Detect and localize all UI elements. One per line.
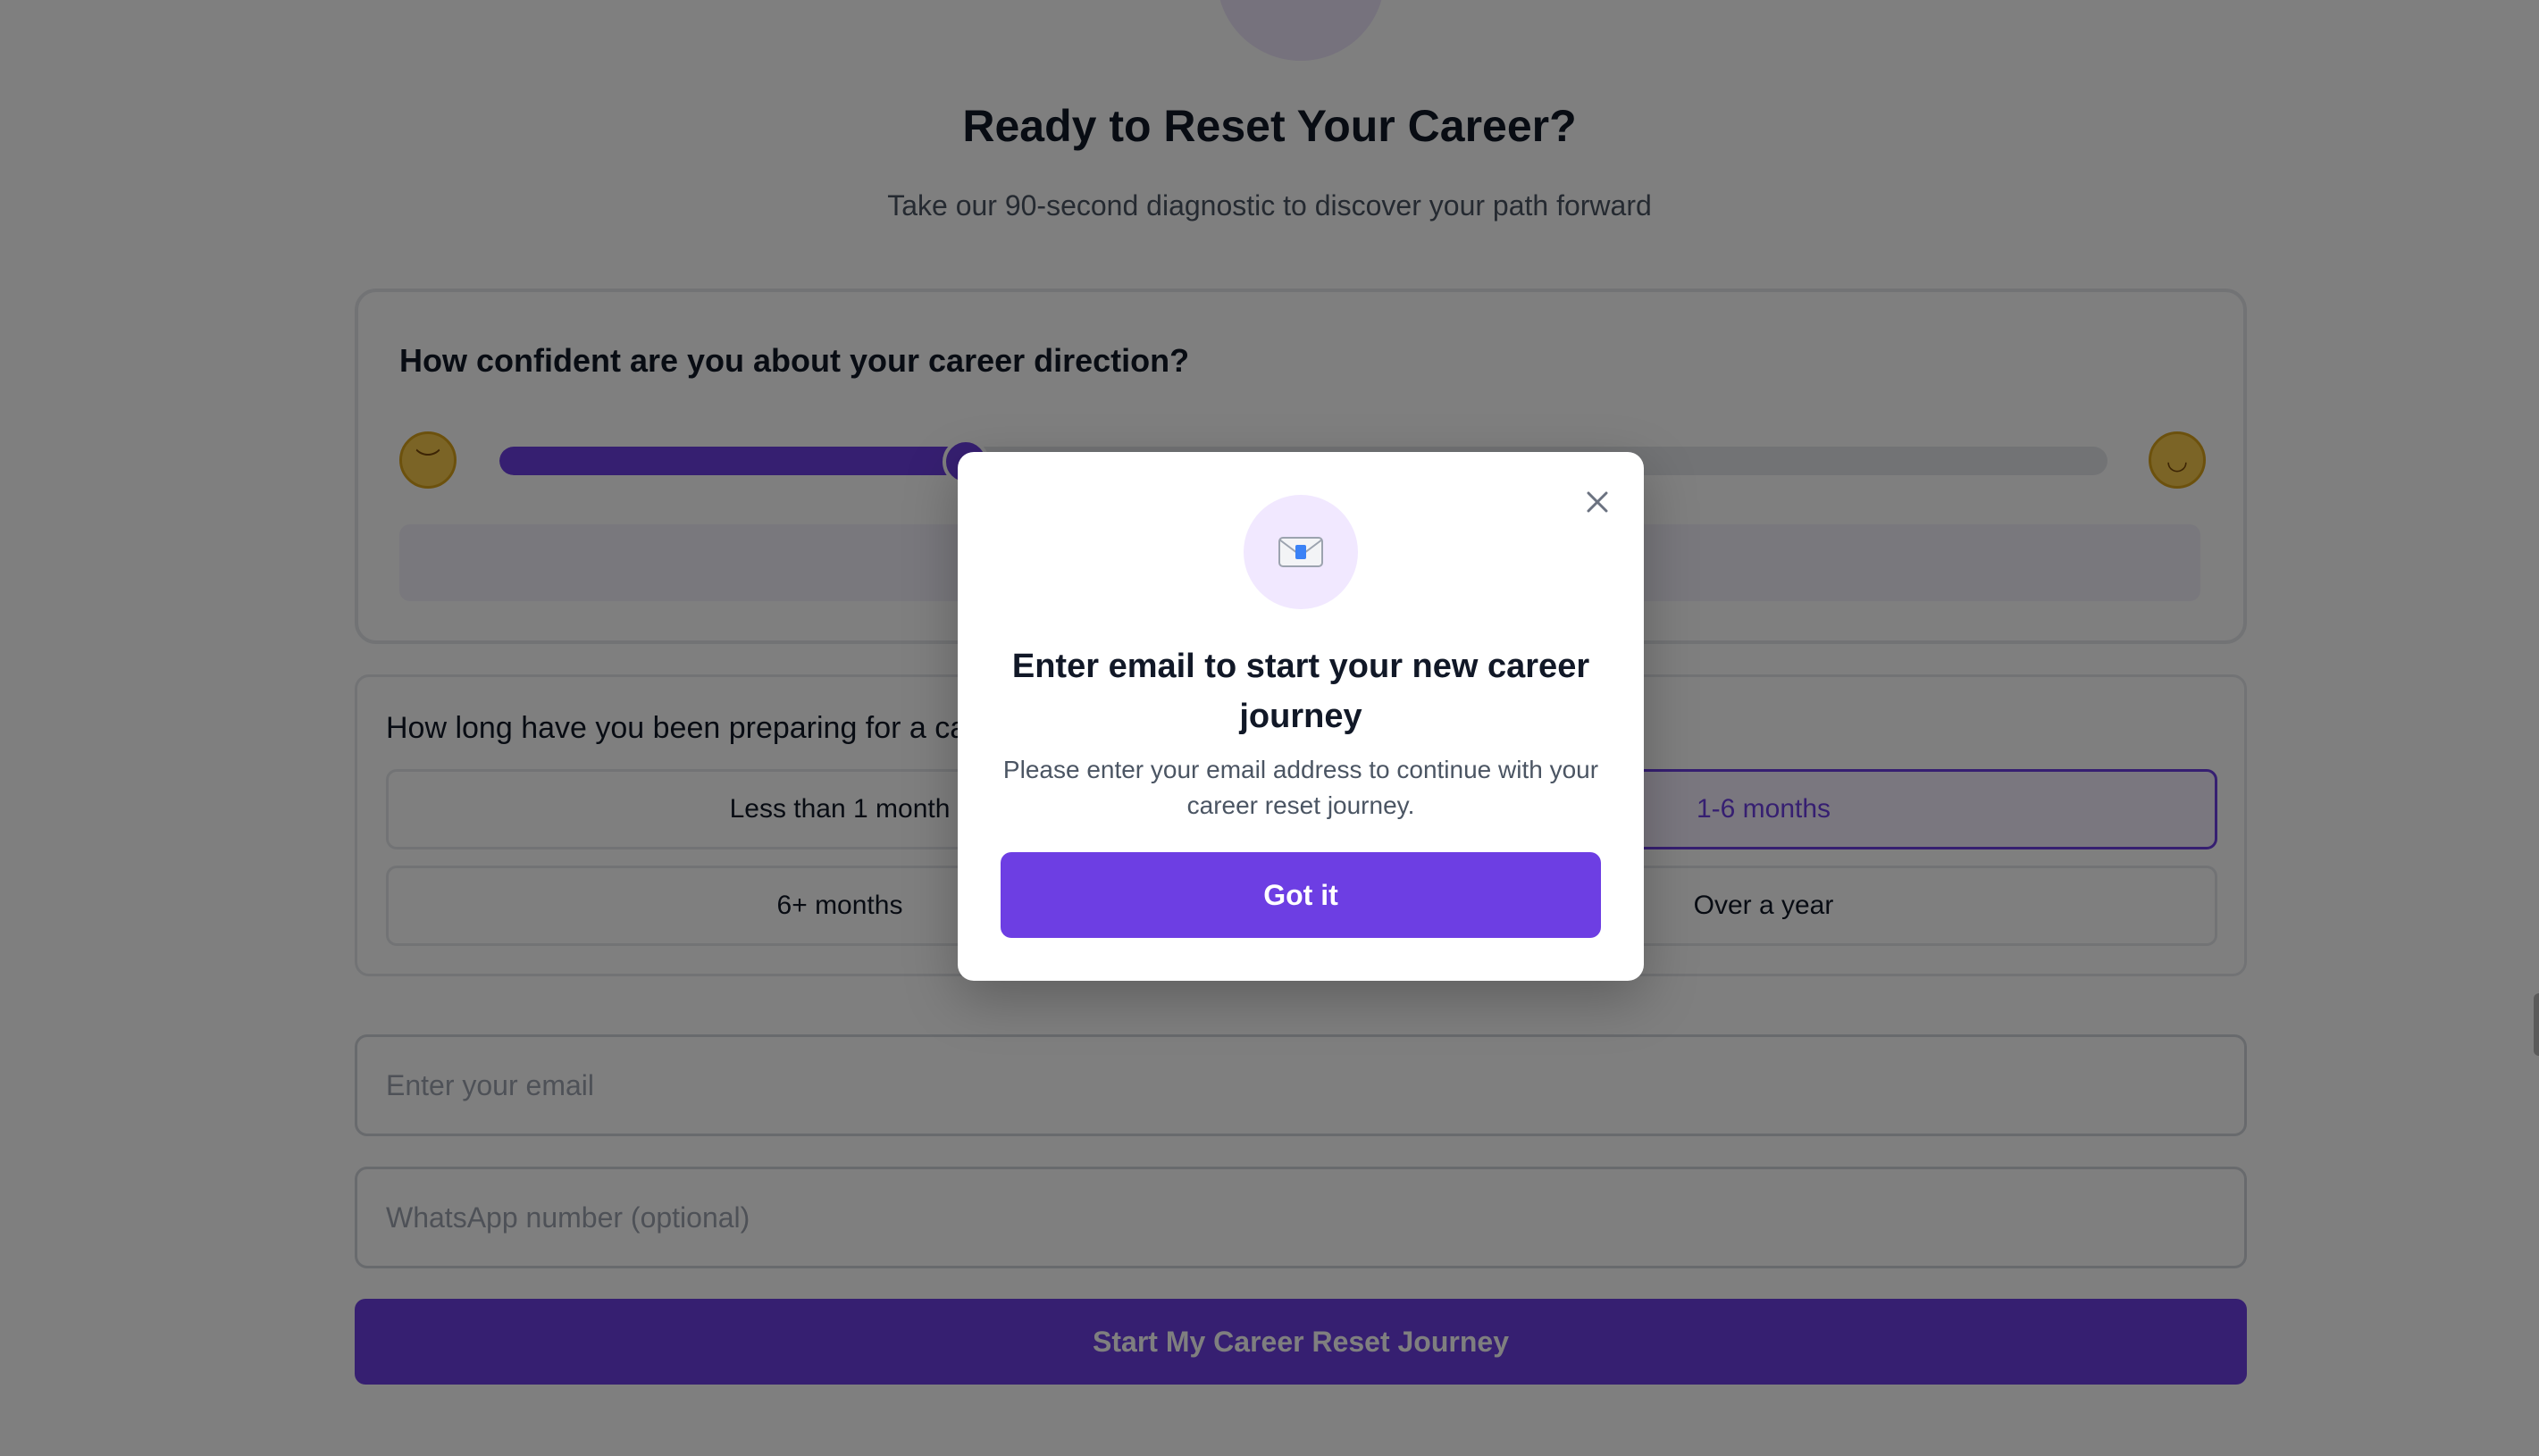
- email-required-modal: Enter email to start your new career jou…: [958, 452, 1644, 981]
- envelope-icon: [1278, 537, 1323, 567]
- close-icon[interactable]: [1580, 484, 1615, 520]
- scroll-edge-handle: [2534, 993, 2539, 1056]
- modal-text: Please enter your email address to conti…: [1002, 756, 1599, 819]
- envelope-icon-circle: [1244, 495, 1358, 609]
- got-it-button[interactable]: Got it: [1001, 852, 1601, 938]
- modal-title: Enter email to start your new career jou…: [1011, 648, 1590, 735]
